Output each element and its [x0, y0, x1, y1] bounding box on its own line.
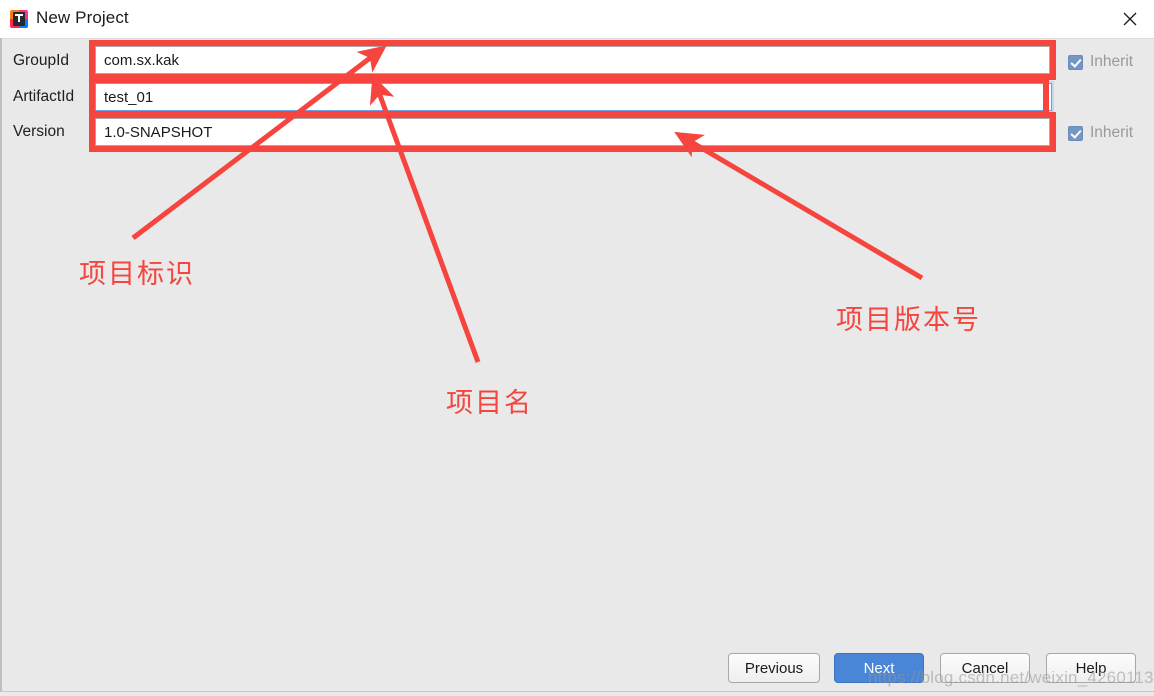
window-title: New Project: [36, 8, 129, 27]
annotation-note-artifactid: 项目名: [446, 388, 533, 419]
version-label: Version: [13, 123, 65, 140]
new-project-dialog: New Project GroupId Inherit ArtifactId V…: [0, 0, 1154, 696]
artifactid-input[interactable]: [95, 83, 1052, 111]
previous-button[interactable]: Previous: [728, 653, 820, 683]
groupid-label: GroupId: [13, 52, 70, 69]
annotation-note-groupid: 项目标识: [79, 259, 195, 290]
window-left-border: [0, 38, 2, 691]
groupid-inherit-label: Inherit: [1090, 53, 1134, 70]
intellij-idea-icon: [10, 10, 28, 28]
version-inherit-checkbox[interactable]: Inherit: [1068, 124, 1133, 142]
version-inherit-label: Inherit: [1090, 124, 1134, 141]
version-input[interactable]: [95, 118, 1050, 146]
arrow-to-version: [674, 131, 924, 281]
artifactid-label: ArtifactId: [13, 88, 75, 105]
checkbox-checked-icon[interactable]: [1068, 125, 1083, 141]
window-bottom-border: [0, 691, 1154, 692]
close-icon[interactable]: [1106, 0, 1154, 37]
title-bar: New Project: [0, 0, 1154, 39]
annotation-note-version: 项目版本号: [836, 305, 981, 336]
groupid-inherit-checkbox[interactable]: Inherit: [1068, 53, 1133, 71]
groupid-input[interactable]: [95, 46, 1050, 74]
watermark-text: https://blog.csdn.net/weixin_42601136: [868, 668, 1154, 687]
checkbox-checked-icon[interactable]: [1068, 54, 1083, 70]
